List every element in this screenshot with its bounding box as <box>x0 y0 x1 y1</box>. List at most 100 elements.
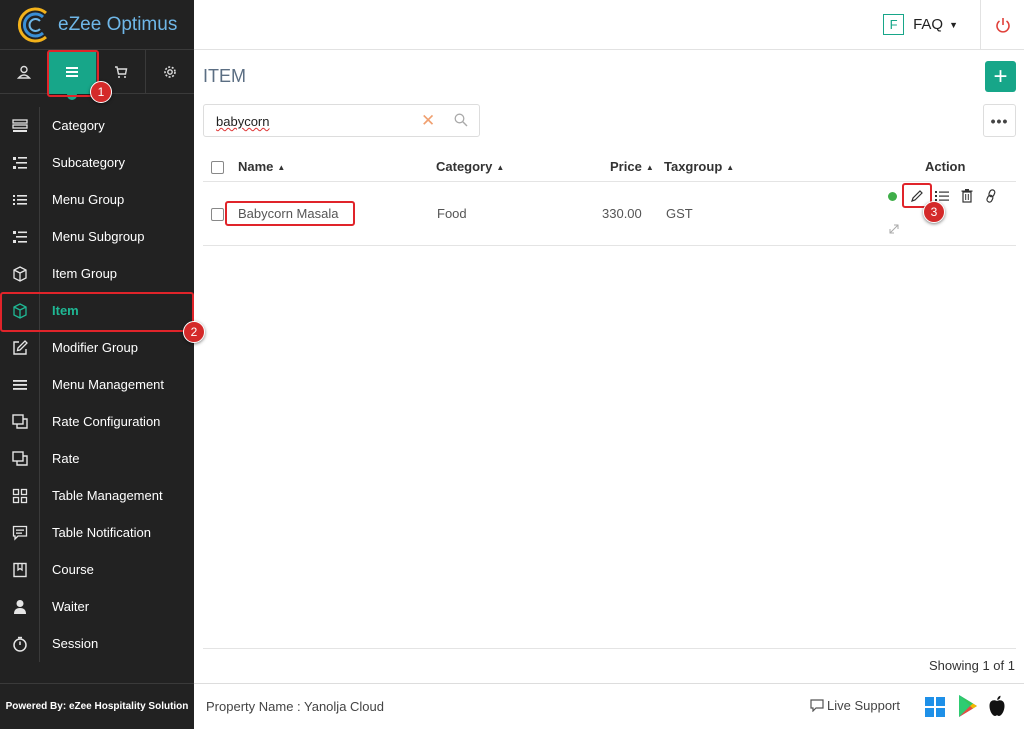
edit-icon <box>0 339 39 356</box>
sidebar-item-label: Table Notification <box>52 525 151 540</box>
live-support-link[interactable]: Live Support <box>810 698 900 713</box>
cube-icon <box>0 265 39 282</box>
link-button[interactable] <box>985 189 997 206</box>
faq-dropdown[interactable]: F FAQ ▼ <box>883 14 958 35</box>
property-name: Property Name : Yanolja Cloud <box>206 699 385 714</box>
add-item-button[interactable]: + <box>985 61 1016 92</box>
grid-icon <box>0 488 39 504</box>
sidebar-item-item-group[interactable]: Item Group <box>0 255 194 292</box>
column-name-label: Name <box>238 159 274 174</box>
sidebar-item-menu-subgroup[interactable]: Menu Subgroup <box>0 218 194 255</box>
column-taxgroup-label: Taxgroup <box>664 159 723 174</box>
sidebar-item-menu-group[interactable]: Menu Group <box>0 181 194 218</box>
footer: Property Name : Yanolja Cloud Live Suppo… <box>194 683 1024 729</box>
person-icon <box>0 599 39 615</box>
clear-icon[interactable]: ✕ <box>421 111 435 131</box>
faq-letter-icon: F <box>883 14 905 35</box>
sidebar-item-label: Subcategory <box>52 155 125 170</box>
sidebar-item-modifier-group[interactable]: Modifier Group <box>0 329 194 366</box>
sidebar-item-menu-management[interactable]: Menu Management <box>0 366 194 403</box>
column-taxgroup[interactable]: Taxgroup ▲ <box>664 159 734 174</box>
move-button[interactable] <box>889 222 899 237</box>
faq-label: FAQ <box>913 16 944 33</box>
sidebar-item-table-notification[interactable]: Table Notification <box>0 514 194 551</box>
tab-user[interactable] <box>0 50 49 94</box>
sidebar-item-label: Table Management <box>52 488 163 503</box>
sort-icon: ▲ <box>645 163 654 172</box>
select-all-checkbox[interactable] <box>211 161 224 174</box>
logout-button[interactable] <box>980 0 1024 50</box>
subcategory-icon <box>0 156 39 170</box>
sublist-icon <box>0 230 39 244</box>
sidebar-item-session[interactable]: Session <box>0 625 194 662</box>
delete-button[interactable] <box>961 189 973 206</box>
annotation-badge-1: 1 <box>90 81 112 103</box>
page-title: ITEM <box>203 66 246 86</box>
hamburger-icon <box>0 378 39 392</box>
user-icon <box>16 65 31 79</box>
search-value: babycorn <box>216 114 270 129</box>
powered-by: Powered By: eZee Hospitality Solution <box>0 683 194 729</box>
app-logo[interactable]: eZee Optimus <box>0 0 194 50</box>
column-price[interactable]: Price ▲ <box>610 159 654 174</box>
sidebar-item-label: Menu Subgroup <box>52 229 145 244</box>
chevron-down-icon: ▼ <box>949 19 958 30</box>
search-icon[interactable] <box>454 113 468 132</box>
bookmark-icon <box>0 562 39 578</box>
item-category: Food <box>437 206 467 221</box>
copy-icon <box>0 450 39 467</box>
sidebar: eZee Optimus Category Subcategory Menu G… <box>0 0 194 729</box>
column-action: Action <box>925 159 966 174</box>
column-price-label: Price <box>610 159 642 174</box>
sidebar-item-table-management[interactable]: Table Management <box>0 477 194 514</box>
search-input[interactable]: babycorn ✕ <box>203 104 480 137</box>
row-checkbox[interactable] <box>211 208 224 221</box>
app-name: eZee Optimus <box>58 13 178 35</box>
sidebar-item-subcategory[interactable]: Subcategory <box>0 144 194 181</box>
sidebar-item-label: Menu Management <box>52 377 165 392</box>
active-status-icon[interactable] <box>888 192 897 201</box>
copy-icon <box>0 413 39 430</box>
annotation-badge-2: 2 <box>183 321 205 343</box>
resize-arrows-icon <box>889 224 899 234</box>
sidebar-item-label: Course <box>52 562 94 577</box>
sidebar-item-label: Session <box>52 636 99 651</box>
tab-settings[interactable] <box>146 50 195 94</box>
column-category[interactable]: Category ▲ <box>436 159 504 174</box>
sidebar-item-label: Waiter <box>52 599 90 614</box>
power-icon <box>995 18 1010 33</box>
pagination-info: Showing 1 of 1 <box>928 658 1015 673</box>
sidebar-item-rate-configuration[interactable]: Rate Configuration <box>0 403 194 440</box>
annotation-highlight-item <box>0 292 194 332</box>
sidebar-item-label: Menu Group <box>52 192 125 207</box>
sidebar-item-label: Rate Configuration <box>52 414 161 429</box>
sidebar-item-label: Category <box>52 118 105 133</box>
sidebar-item-rate[interactable]: Rate <box>0 440 194 477</box>
annotation-highlight-item-name <box>225 201 355 226</box>
chat-icon <box>0 525 39 541</box>
cart-icon <box>114 66 128 78</box>
category-icon <box>0 118 39 133</box>
sidebar-item-course[interactable]: Course <box>0 551 194 588</box>
sidebar-item-category[interactable]: Category <box>0 107 194 144</box>
top-header: F FAQ ▼ <box>194 0 1024 50</box>
gear-icon <box>163 66 176 78</box>
list-detail-icon <box>935 191 949 201</box>
column-category-label: Category <box>436 159 493 174</box>
sidebar-item-label: Item Group <box>52 266 118 281</box>
apple-icon[interactable] <box>988 695 1006 722</box>
link-icon <box>986 189 996 203</box>
trash-icon <box>961 189 973 203</box>
item-taxgroup: GST <box>666 206 693 221</box>
column-name[interactable]: Name ▲ <box>238 159 285 174</box>
item-price: 330.00 <box>602 206 642 221</box>
live-support-label: Live Support <box>827 698 900 713</box>
windows-icon[interactable] <box>925 697 945 722</box>
ezee-logo-icon <box>16 7 56 43</box>
play-store-icon[interactable] <box>958 694 978 723</box>
sort-icon: ▲ <box>277 163 286 172</box>
sidebar-item-label: Modifier Group <box>52 340 138 355</box>
chat-support-icon <box>810 699 824 712</box>
sidebar-item-waiter[interactable]: Waiter <box>0 588 194 625</box>
more-options-button[interactable]: ••• <box>983 104 1016 137</box>
